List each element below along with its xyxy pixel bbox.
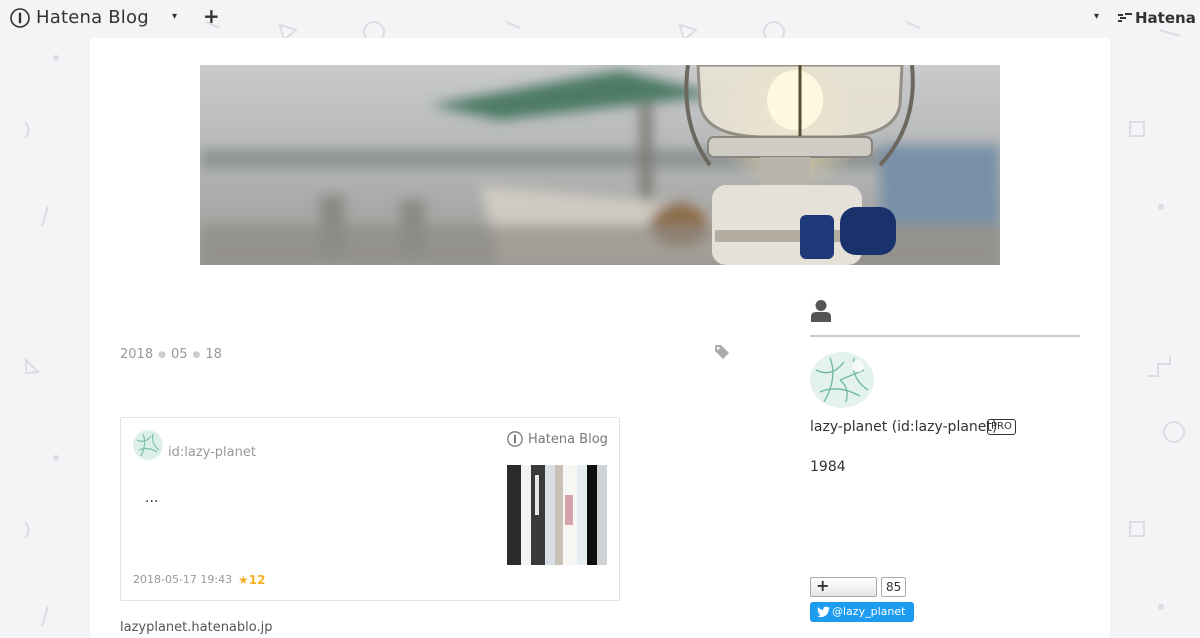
global-header: Hatena Blog ▾ + ▾ Hatena (0, 0, 1200, 38)
twitter-bird-icon (817, 606, 830, 618)
user-menu-caret-icon[interactable]: ▾ (1094, 11, 1099, 22)
blog-panel: 2018 ● 05 ● 18 id:lazy-planet Hatena Blog ..… (90, 38, 1110, 638)
hatena-mark-icon (1118, 13, 1132, 22)
follower-count: 85 (881, 577, 907, 597)
pro-badge: PRO (987, 419, 1016, 435)
card-username[interactable]: id:lazy-planet (168, 445, 256, 460)
blog-menu-caret-icon[interactable]: ▾ (172, 11, 177, 22)
entry-date[interactable]: 2018 ● 05 ● 18 (120, 347, 222, 362)
follow-button[interactable]: + (810, 576, 877, 597)
hatena-logo-text: Hatena (1135, 9, 1196, 27)
plus-icon: + (816, 576, 830, 595)
hatena-logo[interactable]: Hatena (1118, 9, 1196, 27)
card-avatar[interactable] (133, 430, 163, 460)
card-timestamp: 2018-05-17 19:43 (133, 573, 233, 586)
hatena-blog-mark-icon (10, 7, 30, 28)
card-hatena-blog-brand: Hatena Blog (507, 431, 608, 447)
date-separator: ● (192, 349, 201, 360)
entry-body-text[interactable]: lazyplanet.hatenablo.jp (120, 620, 272, 635)
date-month: 05 (170, 347, 188, 362)
header-banner-image[interactable] (200, 65, 1000, 265)
date-separator: ● (158, 349, 166, 360)
card-star-count[interactable]: ★12 (238, 573, 265, 587)
star-count: 12 (248, 573, 266, 587)
new-entry-plus-icon[interactable]: + (203, 6, 220, 26)
card-thumbnail-image[interactable] (507, 465, 607, 565)
star-icon: ★ (238, 573, 249, 587)
sidebar-divider (810, 335, 1080, 337)
embedded-blog-card[interactable]: id:lazy-planet Hatena Blog ... 2018-05-1… (120, 417, 620, 601)
profile-user-icon (811, 300, 831, 322)
hatena-blog-logo[interactable]: Hatena Blog (10, 7, 149, 28)
card-brand-text: Hatena Blog (528, 431, 608, 447)
twitter-follow-button[interactable]: @lazy_planet (810, 602, 914, 622)
twitter-handle: @lazy_planet (832, 605, 906, 618)
card-excerpt: ... (145, 490, 159, 506)
profile-avatar[interactable] (810, 352, 874, 408)
profile-description: 1984 (810, 459, 846, 475)
profile-name[interactable]: lazy-planet (id:lazy-planet) (810, 419, 997, 435)
hatena-blog-mark-icon (507, 431, 523, 447)
date-year: 2018 (120, 347, 154, 362)
logo-text: Hatena Blog (36, 7, 149, 28)
date-day: 18 (205, 347, 222, 362)
tag-icon[interactable] (714, 344, 730, 360)
